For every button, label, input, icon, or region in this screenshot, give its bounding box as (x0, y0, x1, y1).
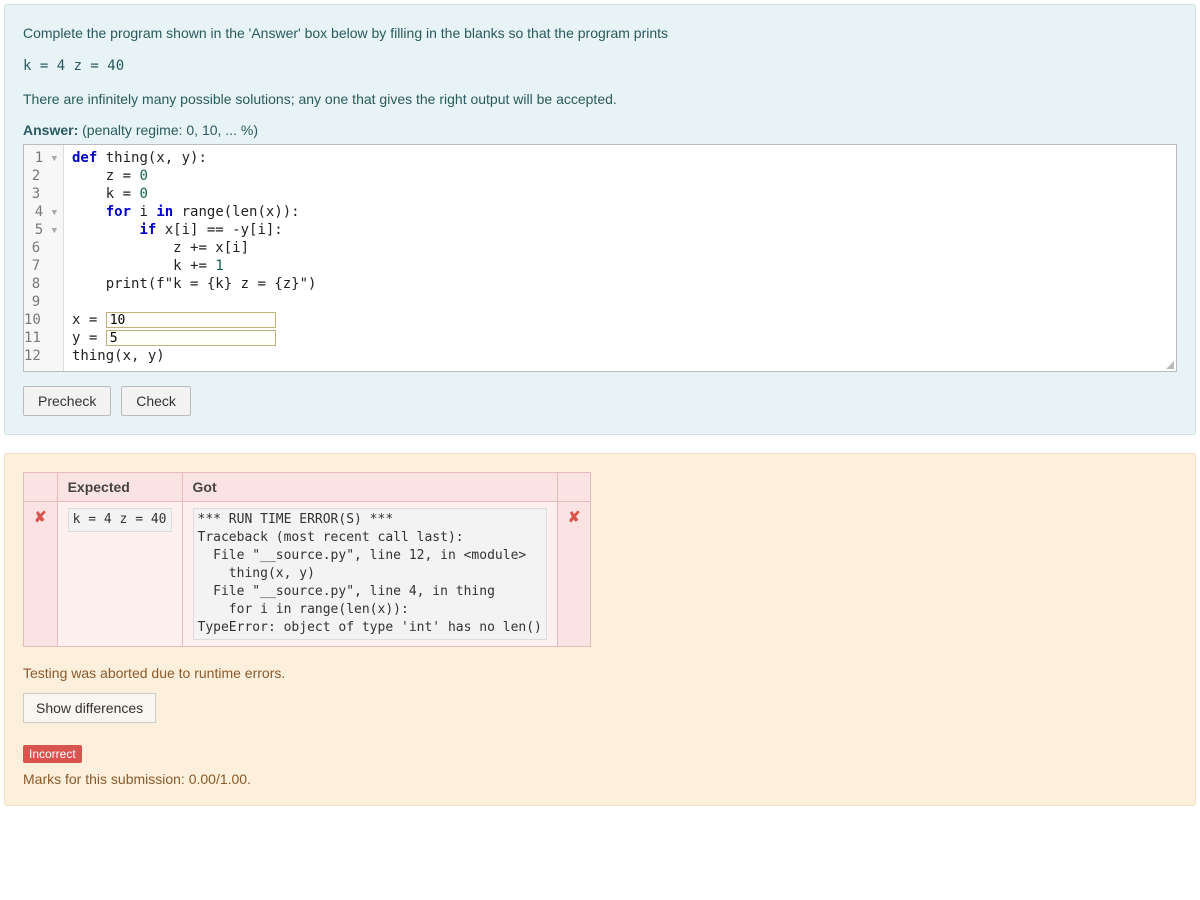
show-differences-button[interactable]: Show differences (23, 693, 156, 723)
table-row: ✘ k = 4 z = 40 *** RUN TIME ERROR(S) ***… (24, 502, 591, 647)
marks-line: Marks for this submission: 0.00/1.00. (23, 771, 1177, 787)
answer-label: Answer: (penalty regime: 0, 10, ... %) (23, 122, 1177, 138)
question-text: Complete the program shown in the 'Answe… (23, 23, 1177, 110)
table-header-row: Expected Got (24, 473, 591, 502)
cross-icon: ✘ (34, 509, 47, 526)
fold-icon[interactable]: ▼ (52, 204, 57, 222)
blank-input-y[interactable] (106, 330, 276, 346)
resize-handle-icon[interactable] (1162, 357, 1176, 371)
expected-cell: k = 4 z = 40 (57, 502, 182, 647)
blank-input-x[interactable] (106, 312, 276, 328)
status-cell-left: ✘ (24, 502, 58, 647)
feedback-panel: Expected Got ✘ k = 4 z = 40 *** RUN TIME… (4, 453, 1196, 806)
fold-icon[interactable]: ▼ (52, 222, 57, 240)
intro-line-1: Complete the program shown in the 'Answe… (23, 23, 1177, 44)
status-header-right (557, 473, 591, 502)
code-content: def thing(x, y): z = 0 k = 0 for i in ra… (64, 145, 1176, 371)
target-output: k = 4 z = 40 (23, 56, 1177, 77)
fold-icon[interactable]: ▼ (52, 150, 57, 168)
status-header (24, 473, 58, 502)
code-editor[interactable]: 1 ▼ 2 3 4 ▼ 5 ▼ 6 7 8 9 10 11 12 def thi… (23, 144, 1177, 372)
status-cell-right: ✘ (557, 502, 591, 647)
button-row: Precheck Check (23, 386, 1177, 416)
abort-message: Testing was aborted due to runtime error… (23, 665, 1177, 681)
got-header: Got (182, 473, 557, 502)
intro-line-2: There are infinitely many possible solut… (23, 89, 1177, 110)
line-number-gutter: 1 ▼ 2 3 4 ▼ 5 ▼ 6 7 8 9 10 11 12 (24, 145, 64, 371)
check-button[interactable]: Check (121, 386, 191, 416)
precheck-button[interactable]: Precheck (23, 386, 111, 416)
cross-icon: ✘ (568, 509, 581, 526)
expected-header: Expected (57, 473, 182, 502)
got-cell: *** RUN TIME ERROR(S) *** Traceback (mos… (182, 502, 557, 647)
question-panel: Complete the program shown in the 'Answe… (4, 4, 1196, 435)
results-table: Expected Got ✘ k = 4 z = 40 *** RUN TIME… (23, 472, 591, 647)
incorrect-badge: Incorrect (23, 745, 82, 763)
